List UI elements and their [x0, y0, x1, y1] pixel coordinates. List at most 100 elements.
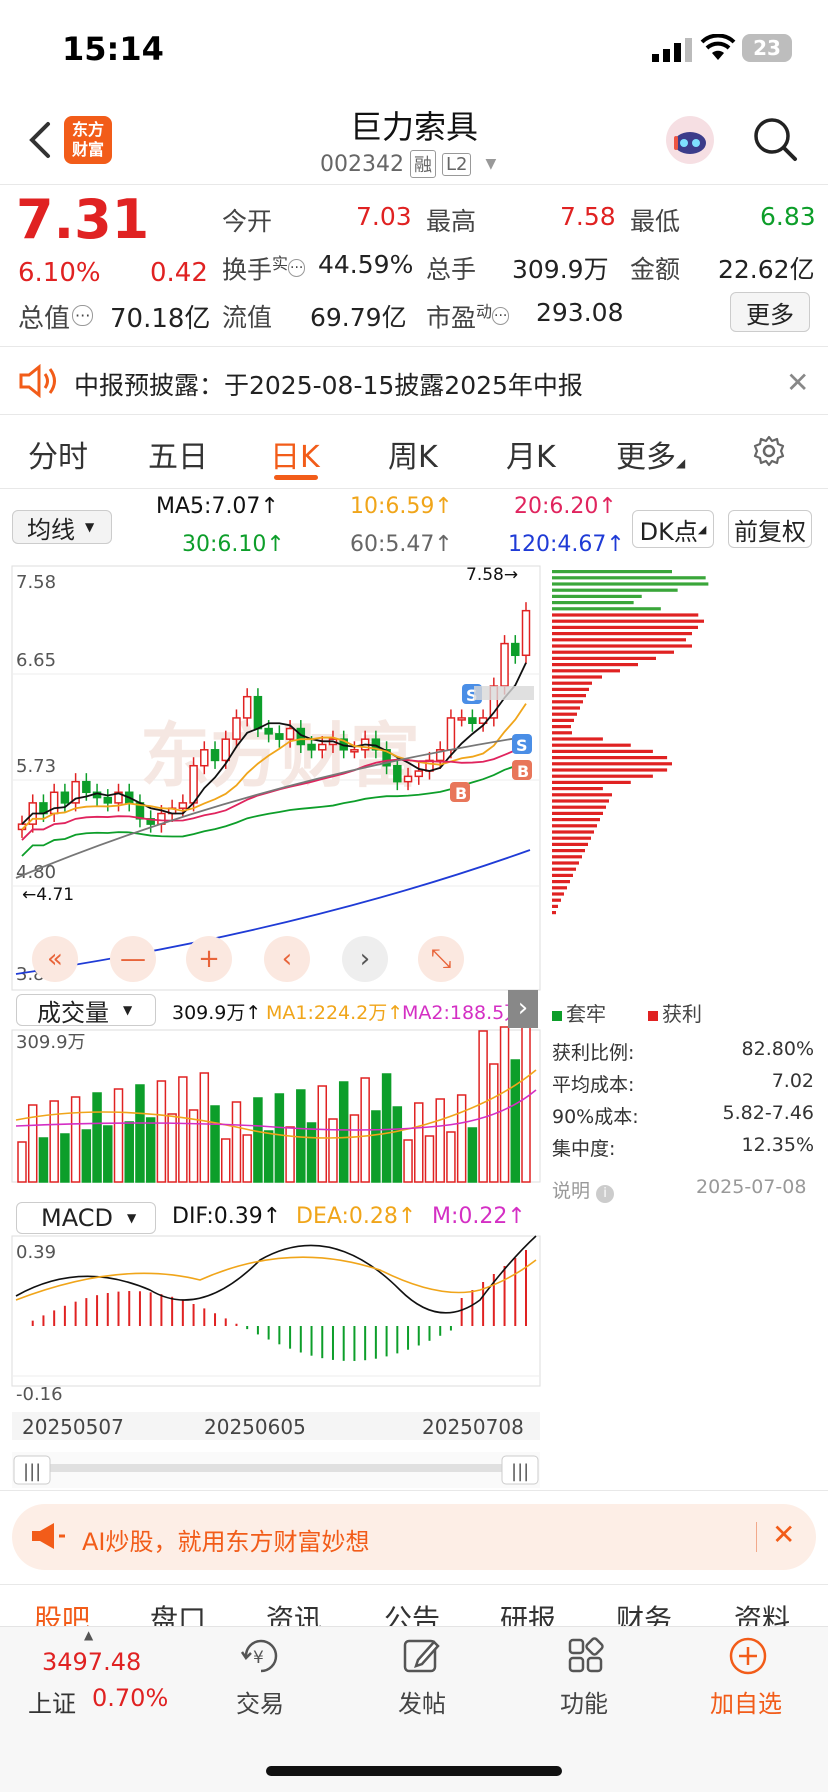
post-label[interactable]: 发帖: [398, 1684, 446, 1719]
volume-bar: [220, 1138, 231, 1183]
volume-bar: [392, 1106, 403, 1183]
adjust-button[interactable]: 前复权: [728, 510, 812, 548]
ma-selector[interactable]: 均线 ▼: [12, 510, 112, 544]
volume-bar: [317, 1085, 328, 1183]
volume-bar: [510, 1059, 521, 1183]
dif-line: [15, 1235, 537, 1314]
chip-bar: [552, 638, 686, 642]
add-watch-label[interactable]: 加自选: [710, 1684, 782, 1719]
zoom-out-icon[interactable]: —: [110, 936, 156, 982]
battery-icon: 23: [742, 34, 792, 62]
last-price: 7.31: [16, 188, 150, 251]
dif-text: DIF:0.39: [172, 1204, 263, 1229]
index-value[interactable]: 3497.48: [42, 1648, 141, 1676]
high-marker-label: 7.58→: [466, 565, 518, 585]
dk-point-button[interactable]: DK点 ◢: [632, 510, 714, 548]
chip-bar: [552, 811, 603, 815]
settings-gear-icon[interactable]: [752, 434, 786, 468]
chip-stat-label: 集中度:: [552, 1138, 616, 1160]
chip-stat-label: 90%成本:: [552, 1106, 639, 1128]
panel-toggle-icon[interactable]: ›: [508, 990, 538, 1028]
chart-area[interactable]: 7.58 6.65 5.73 4.80 3.87 东方财富 7.58→ ←4.7…: [0, 560, 828, 1500]
chip-bar: [552, 675, 602, 679]
chip-bar: [552, 824, 597, 828]
index-name: 上证: [28, 1690, 76, 1718]
tab-daily-k[interactable]: 日K: [270, 432, 320, 476]
float-value: 69.79亿: [310, 303, 407, 332]
volume-bar: [17, 1141, 27, 1183]
step-left-icon[interactable]: ‹: [264, 936, 310, 982]
notice-text[interactable]: 中报预披露：于2025-08-15披露2025年中报: [74, 366, 583, 402]
chip-bar: [552, 712, 577, 716]
zoom-in-icon[interactable]: +: [186, 936, 232, 982]
fullscreen-icon[interactable]: ⤡: [418, 936, 464, 982]
candle-body: [521, 609, 531, 657]
handle-grip-icon: |||: [511, 1461, 529, 1482]
step-right-icon[interactable]: ›: [342, 936, 388, 982]
chip-bar: [552, 861, 579, 865]
macd-bars: [15, 1235, 537, 1361]
chip-legend-trap: 套牢: [552, 998, 606, 1027]
status-time: 15:14: [62, 30, 164, 68]
vol-ma2-text: MA2:188.5万: [402, 1002, 524, 1024]
amount-value: 22.62亿: [718, 255, 815, 284]
chip-bar: [552, 768, 668, 772]
caret-icon: ◢: [676, 456, 686, 470]
low-marker-value: 4.71: [36, 885, 74, 905]
info-dots-icon[interactable]: ···: [72, 305, 94, 326]
info-dots-icon[interactable]: ···: [288, 259, 306, 278]
search-icon[interactable]: [752, 116, 798, 162]
tab-weekly-k[interactable]: 周K: [388, 432, 438, 476]
candle-body: [103, 796, 113, 804]
chip-bar: [552, 904, 558, 908]
chip-bar: [552, 576, 706, 580]
tab-more-label: 更多: [616, 440, 676, 475]
tab-fenshi[interactable]: 分时: [28, 432, 88, 476]
chip-bar: [552, 687, 589, 691]
post-icon[interactable]: [402, 1636, 442, 1676]
chip-bar: [552, 911, 556, 915]
volume-bar: [231, 1101, 242, 1183]
chip-bar: [552, 793, 612, 797]
volume-bar: [253, 1097, 263, 1183]
macd-selector[interactable]: MACD ▼: [16, 1202, 156, 1234]
candle-body: [318, 743, 327, 751]
trade-icon[interactable]: ¥: [238, 1636, 284, 1676]
add-watch-icon[interactable]: [728, 1636, 768, 1676]
banner-close-icon[interactable]: ✕: [772, 1518, 795, 1551]
caret-icon: ◢: [697, 522, 707, 536]
volume-bar: [92, 1092, 102, 1183]
chip-bar: [552, 656, 656, 660]
chip-bar: [552, 762, 672, 766]
info-dots-icon[interactable]: ···: [492, 307, 510, 326]
robot-avatar-icon[interactable]: [666, 116, 714, 164]
volume-bar: [467, 1127, 478, 1183]
chip-bar: [552, 613, 699, 617]
volume-label: 总手: [426, 255, 477, 284]
volume-bar: [403, 1139, 413, 1183]
tab-five-day[interactable]: 五日: [148, 432, 208, 476]
chip-bar: [552, 836, 591, 840]
function-grid-icon[interactable]: [566, 1636, 606, 1676]
volume-bar: [349, 1114, 360, 1183]
tab-monthly-k[interactable]: 月K: [506, 432, 556, 476]
stock-code-row[interactable]: 002342 融 L2 ▼: [320, 150, 496, 178]
function-label[interactable]: 功能: [560, 1684, 608, 1719]
trade-label[interactable]: 交易: [236, 1684, 284, 1719]
vol-ma1-label: MA1:224.2万↑: [266, 1002, 404, 1024]
high-label: 最高: [426, 207, 477, 236]
fast-back-icon[interactable]: «: [32, 936, 78, 982]
chip-bar: [552, 650, 674, 654]
macd-top-label: 0.39: [16, 1242, 56, 1263]
caret-down-icon: ▼: [485, 156, 497, 172]
volume-bar: [424, 1135, 435, 1183]
chip-note[interactable]: 说明 i: [552, 1176, 615, 1203]
more-quote-button[interactable]: 更多: [730, 292, 810, 332]
change-amount: 0.42: [150, 258, 208, 288]
ai-banner-text[interactable]: AI炒股，就用东方财富妙想: [82, 1522, 370, 1557]
index-expand-icon[interactable]: ▲: [84, 1628, 93, 1642]
chip-bar: [552, 663, 638, 667]
tab-more[interactable]: 更多◢: [616, 432, 685, 476]
close-icon[interactable]: ✕: [786, 366, 809, 399]
volume-selector[interactable]: 成交量 ▼: [16, 994, 156, 1027]
